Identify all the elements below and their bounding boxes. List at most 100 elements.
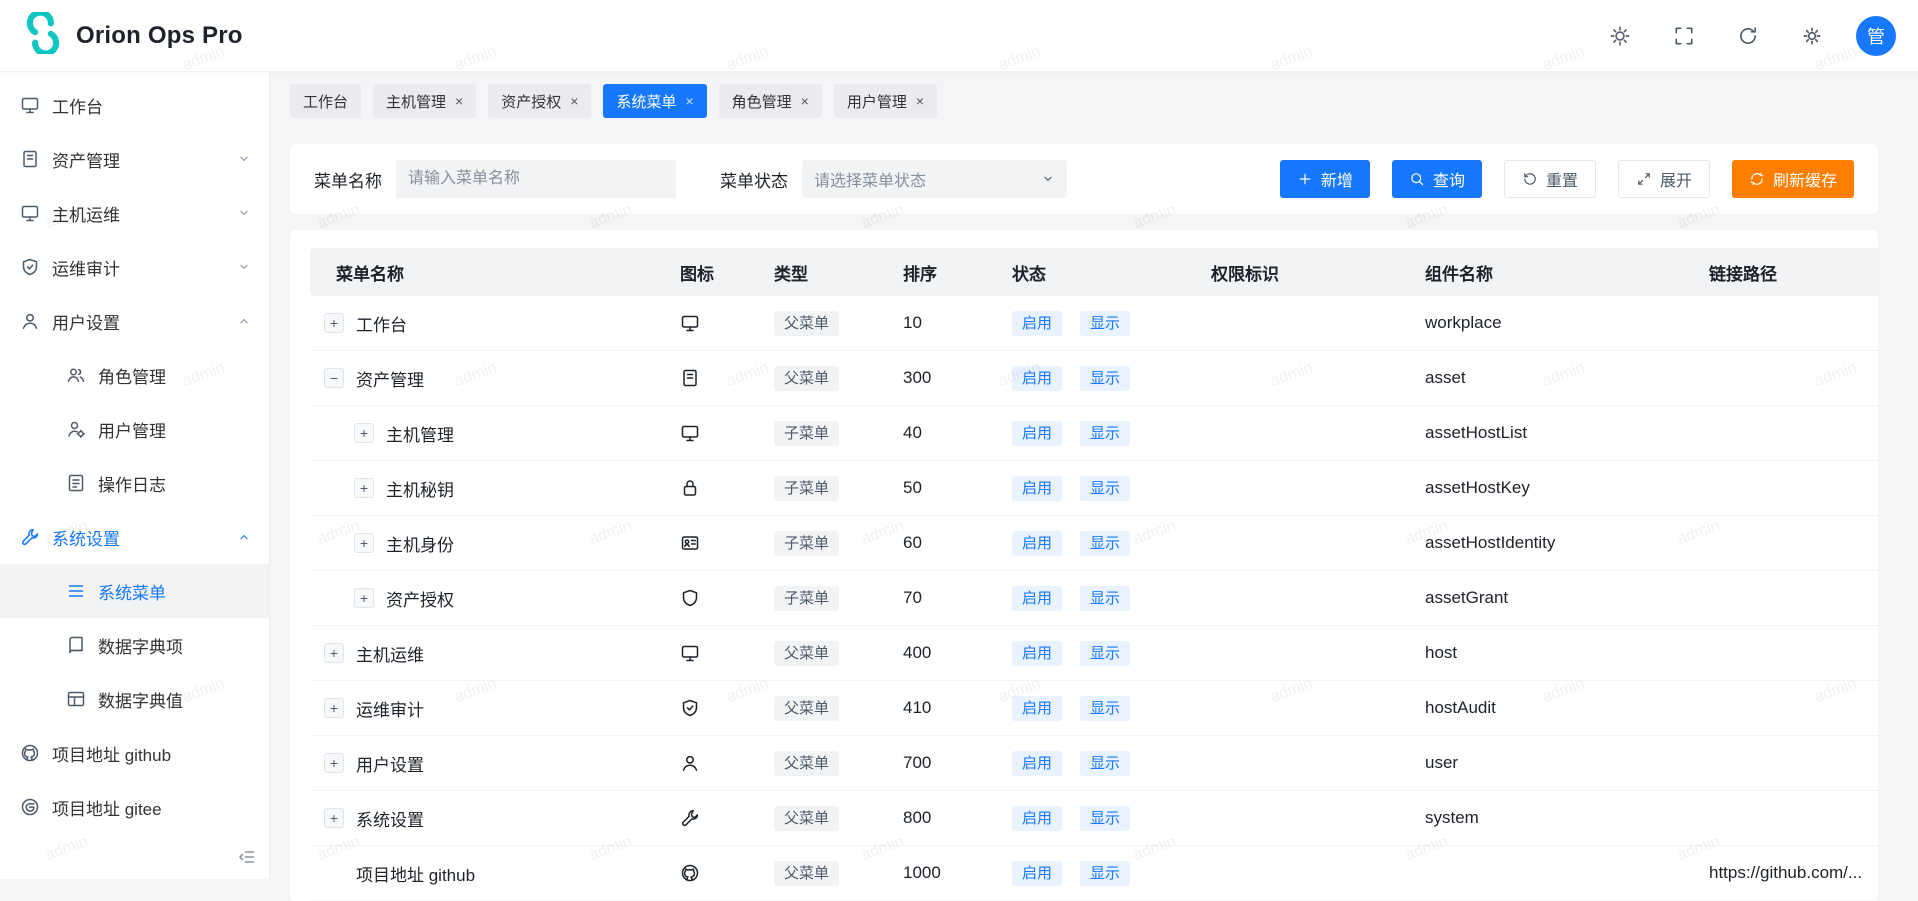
menu-permission (1199, 351, 1413, 406)
status-visible-badge: 显示 (1080, 366, 1130, 391)
menu-sort: 410 (891, 681, 1000, 736)
github-icon (680, 863, 700, 883)
status-enabled-badge: 启用 (1012, 751, 1062, 776)
menu-sort: 10 (891, 296, 1000, 351)
refresh-cache-button-label: 刷新缓存 (1773, 167, 1837, 191)
filter-buttons: 新增 查询 重置 展开 刷新缓存 (1280, 160, 1854, 198)
sidebar-item-6[interactable]: 项目地址 github (0, 726, 269, 780)
row-expand-toggle[interactable]: + (354, 588, 374, 608)
status-visible-badge: 显示 (1080, 861, 1130, 886)
tab-4[interactable]: 角色管理× (719, 84, 822, 118)
menu-status-select[interactable]: 请选择菜单状态 (802, 160, 1067, 198)
brand[interactable]: Orion Ops Pro (22, 12, 243, 59)
menu-sort: 40 (891, 406, 1000, 461)
asset-icon (20, 149, 40, 169)
asset-icon (680, 368, 700, 388)
tab-5[interactable]: 用户管理× (834, 84, 937, 118)
row-expand-toggle[interactable]: − (324, 368, 344, 388)
tab-close-icon[interactable]: × (570, 93, 578, 109)
menu-type-badge: 父菜单 (774, 806, 839, 831)
theme-icon[interactable] (1600, 16, 1640, 56)
tab-1[interactable]: 主机管理 × (373, 84, 476, 118)
menu-component: system (1413, 791, 1697, 846)
user-manage-icon (66, 419, 86, 439)
row-expand-toggle[interactable]: + (354, 423, 374, 443)
sidebar-collapse-icon[interactable] (237, 847, 257, 867)
status-visible-badge: 显示 (1080, 531, 1130, 556)
expand-icon (1636, 171, 1652, 187)
menu-link (1697, 736, 1878, 791)
row-expand-toggle[interactable]: + (324, 698, 344, 718)
sidebar-item-1[interactable]: 资产管理 (0, 132, 269, 186)
fullscreen-icon[interactable] (1664, 16, 1704, 56)
tab-label: 工作台 (303, 91, 348, 112)
settings-icon[interactable] (1792, 16, 1832, 56)
sidebar-item-4[interactable]: 用户设置 (0, 294, 269, 348)
plus-icon (1297, 171, 1313, 187)
expand-button[interactable]: 展开 (1618, 160, 1710, 198)
header-actions: 管 (1600, 16, 1896, 56)
menu-link (1697, 626, 1878, 681)
row-expand-toggle[interactable]: + (324, 643, 344, 663)
chevron-down-icon (237, 206, 251, 220)
add-button[interactable]: 新增 (1280, 160, 1370, 198)
refresh-icon[interactable] (1728, 16, 1768, 56)
menu-type-badge: 父菜单 (774, 366, 839, 391)
menu-link (1697, 406, 1878, 461)
sidebar-item-0[interactable]: 工作台 (0, 78, 269, 132)
chevron-up-icon (237, 530, 251, 544)
row-expand-toggle[interactable]: + (324, 808, 344, 828)
tab-0[interactable]: 工作台 (290, 84, 361, 118)
tab-close-icon[interactable]: × (916, 93, 924, 109)
sidebar-item-4-0[interactable]: 角色管理 (0, 348, 269, 402)
menu-name: 主机管理 (386, 421, 454, 446)
menu-link (1697, 516, 1878, 571)
menu-type-badge: 父菜单 (774, 311, 839, 336)
menu-sort: 300 (891, 351, 1000, 406)
sidebar-item-7[interactable]: 项目地址 gitee (0, 780, 269, 834)
tab-close-icon[interactable]: × (455, 93, 463, 109)
column-header-1: 图标 (668, 248, 762, 296)
sidebar-item-5-0[interactable]: 系统菜单 (0, 564, 269, 618)
row-expand-toggle[interactable]: + (324, 313, 344, 333)
status-enabled-badge: 启用 (1012, 806, 1062, 831)
chevron-up-icon (237, 314, 251, 328)
menu-link (1697, 571, 1878, 626)
avatar[interactable]: 管 (1856, 16, 1896, 56)
row-expand-toggle[interactable]: + (354, 478, 374, 498)
sidebar-item-5[interactable]: 系统设置 (0, 510, 269, 564)
menu-component: asset (1413, 351, 1697, 406)
sidebar: 工作台资产管理主机运维运维审计用户设置角色管理用户管理操作日志系统设置系统菜单数… (0, 72, 270, 879)
sidebar-item-3[interactable]: 运维审计 (0, 240, 269, 294)
search-button[interactable]: 查询 (1392, 160, 1482, 198)
status-visible-badge: 显示 (1080, 311, 1130, 336)
chevron-down-icon (1041, 172, 1055, 186)
tab-2[interactable]: 资产授权× (488, 84, 591, 118)
sidebar-item-5-1[interactable]: 数据字典项 (0, 618, 269, 672)
menu-name-input[interactable] (396, 160, 676, 198)
status-enabled-badge: 启用 (1012, 861, 1062, 886)
tab-close-icon[interactable]: × (685, 93, 693, 109)
menu-permission (1199, 296, 1413, 351)
sidebar-item-4-2[interactable]: 操作日志 (0, 456, 269, 510)
tab-close-icon[interactable]: × (801, 93, 809, 109)
menu-permission (1199, 791, 1413, 846)
row-expand-toggle[interactable]: + (324, 753, 344, 773)
menu-name: 项目地址 github (356, 861, 475, 886)
refresh-cache-button[interactable]: 刷新缓存 (1732, 160, 1854, 198)
menu-type-badge: 子菜单 (774, 421, 839, 446)
sidebar-item-4-1[interactable]: 用户管理 (0, 402, 269, 456)
menu-sort: 70 (891, 571, 1000, 626)
row-expand-toggle[interactable]: + (354, 533, 374, 553)
status-visible-badge: 显示 (1080, 806, 1130, 831)
tab-label: 主机管理 (386, 91, 446, 112)
menu-sort: 60 (891, 516, 1000, 571)
tab-3[interactable]: 系统菜单× (603, 84, 706, 118)
reset-button[interactable]: 重置 (1504, 160, 1596, 198)
sidebar-item-2[interactable]: 主机运维 (0, 186, 269, 240)
table-row: +主机秘钥子菜单50启用显示assetHostKey新增修改删除 (310, 461, 1878, 516)
sidebar-item-5-2[interactable]: 数据字典值 (0, 672, 269, 726)
menu-table-body: +工作台父菜单10启用显示workplace新增修改删除−资产管理父菜单300启… (310, 296, 1878, 901)
add-button-label: 新增 (1321, 167, 1353, 191)
menu-sort: 700 (891, 736, 1000, 791)
